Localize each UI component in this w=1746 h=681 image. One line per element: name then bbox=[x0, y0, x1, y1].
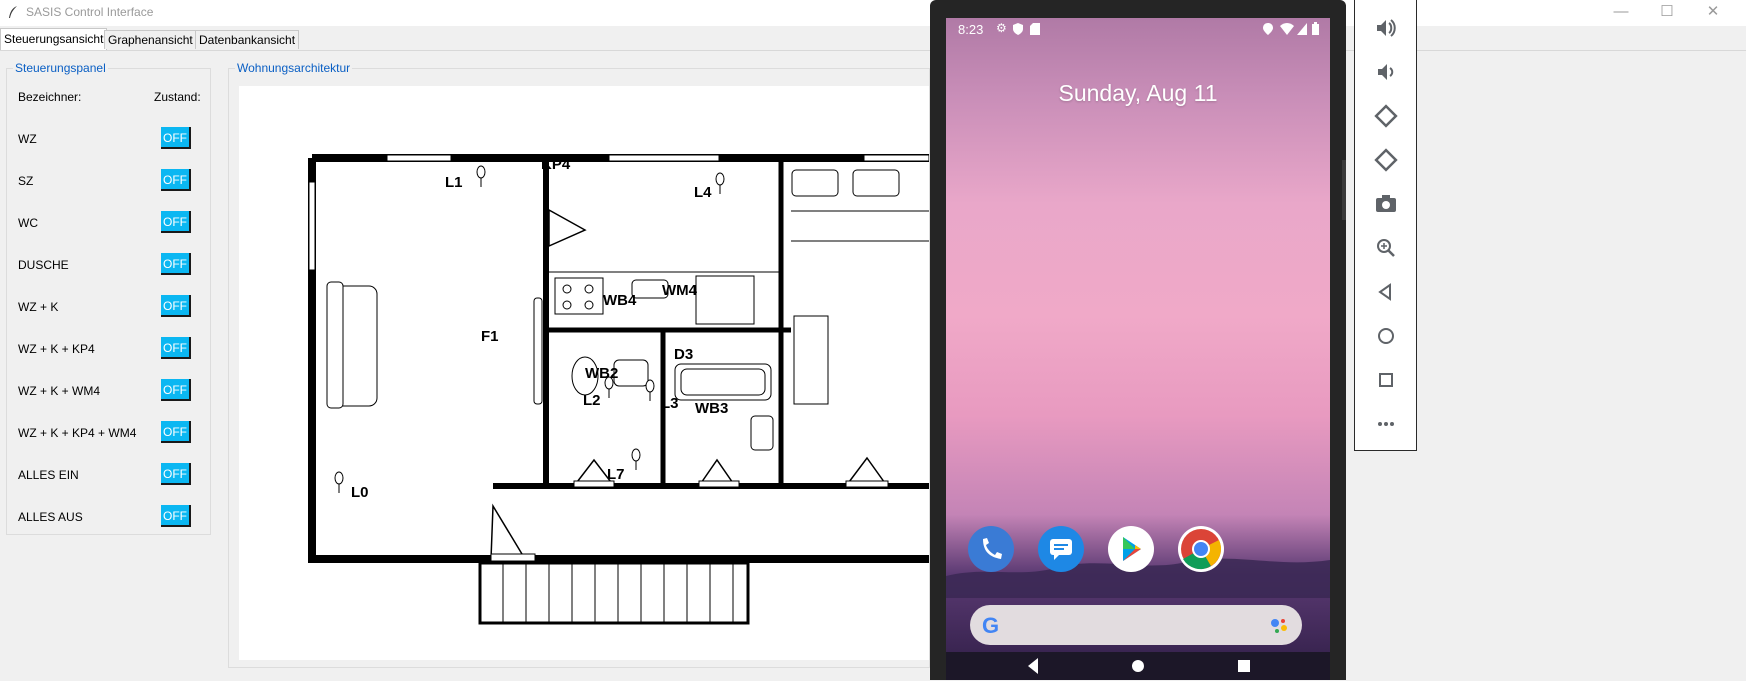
toggle-sz-button[interactable]: OFF bbox=[161, 169, 191, 191]
label-d3: D3 bbox=[674, 346, 693, 363]
more-icon[interactable] bbox=[1372, 410, 1400, 438]
label-kp4: KP4 bbox=[541, 156, 571, 173]
messages-icon[interactable] bbox=[1038, 526, 1084, 572]
header-state: Zustand: bbox=[154, 90, 201, 104]
zoom-icon[interactable] bbox=[1372, 234, 1400, 262]
lamp-l0-icon bbox=[334, 471, 344, 485]
control-panel-title: Steuerungspanel bbox=[13, 61, 108, 75]
lamp-l1-icon bbox=[476, 165, 486, 179]
rotate-left-icon[interactable] bbox=[1372, 102, 1400, 130]
nav-back-icon[interactable] bbox=[1026, 656, 1040, 676]
toggle-wz-k-kp4-wm4-button[interactable]: OFF bbox=[161, 421, 191, 443]
emulator-toolbar bbox=[1354, 0, 1417, 451]
shield-status-icon bbox=[1013, 23, 1023, 35]
phone-icon[interactable] bbox=[968, 526, 1014, 572]
android-nav-bar bbox=[946, 652, 1330, 680]
label-l0: L0 bbox=[351, 484, 369, 501]
maximize-button[interactable]: ☐ bbox=[1644, 0, 1690, 26]
row-label-wc: WC bbox=[18, 216, 38, 230]
signal-status-icon bbox=[1297, 23, 1307, 35]
battery-status-icon bbox=[1312, 22, 1319, 35]
google-logo: G bbox=[982, 613, 1000, 638]
lamp-l3-icon bbox=[645, 379, 655, 393]
volume-up-icon[interactable] bbox=[1372, 14, 1400, 42]
row-label-wz-k-kp4: WZ + K + KP4 bbox=[18, 342, 95, 356]
chrome-icon[interactable] bbox=[1178, 526, 1224, 572]
row-label-wz-k: WZ + K bbox=[18, 300, 59, 314]
toggle-wz-k-kp4-button[interactable]: OFF bbox=[161, 337, 191, 359]
window-title: SASIS Control Interface bbox=[26, 5, 154, 19]
toggle-alles-aus-button[interactable]: OFF bbox=[161, 505, 191, 527]
assistant-icon[interactable] bbox=[1270, 617, 1290, 635]
settings-status-icon: ⚙ bbox=[996, 21, 1007, 35]
wifi-status-icon bbox=[1280, 23, 1294, 35]
google-search-bar[interactable]: G bbox=[970, 605, 1302, 645]
back-icon[interactable] bbox=[1372, 278, 1400, 306]
floorplan-canvas: L1 KP4 L4 WB4 WM4 F1 WB2 D3 WB3 L2 L3 L7… bbox=[239, 86, 930, 660]
title-bar: SASIS Control Interface — ☐ ✕ bbox=[0, 0, 1746, 26]
home-icon[interactable] bbox=[1372, 322, 1400, 350]
header-name: Bezeichner: bbox=[18, 90, 82, 104]
toggle-wc-button[interactable]: OFF bbox=[161, 211, 191, 233]
tab-datenbankansicht[interactable]: Datenbankansicht bbox=[195, 30, 300, 49]
label-l2: L2 bbox=[583, 392, 601, 409]
label-wb3: WB3 bbox=[695, 400, 728, 417]
minimize-button[interactable]: — bbox=[1598, 0, 1644, 26]
volume-down-icon[interactable] bbox=[1372, 58, 1400, 86]
row-label-wz-k-kp4-wm4: WZ + K + KP4 + WM4 bbox=[18, 426, 137, 440]
row-label-wz-k-wm4: WZ + K + WM4 bbox=[18, 384, 101, 398]
sdcard-status-icon bbox=[1030, 23, 1040, 35]
toggle-alles-ein-button[interactable]: OFF bbox=[161, 463, 191, 485]
status-bar: 8:23 ⚙ bbox=[946, 18, 1330, 40]
architecture-title: Wohnungsarchitektur bbox=[235, 61, 353, 75]
lamp-l4-icon bbox=[715, 172, 725, 186]
label-l1: L1 bbox=[445, 174, 463, 191]
nav-overview-icon[interactable] bbox=[1236, 658, 1252, 674]
label-l4: L4 bbox=[694, 184, 712, 201]
app-window: SASIS Control Interface — ☐ ✕ Steuerungs… bbox=[0, 0, 1746, 681]
nav-home-icon[interactable] bbox=[1130, 658, 1146, 674]
android-emulator: 8:23 ⚙ Sunday, Aug 11 G bbox=[930, 0, 1346, 680]
status-time: 8:23 bbox=[958, 22, 984, 37]
floorplan: L1 KP4 L4 WB4 WM4 F1 WB2 D3 WB3 L2 L3 L7… bbox=[308, 154, 930, 625]
tab-content: Steuerungspanel Bezeichner: Zustand: WZ … bbox=[0, 50, 1746, 681]
location-status-icon bbox=[1263, 23, 1273, 35]
rotate-right-icon[interactable] bbox=[1372, 146, 1400, 174]
row-label-wz: WZ bbox=[18, 132, 37, 146]
tab-graphenansicht[interactable]: Graphenansicht bbox=[104, 30, 197, 49]
lockscreen-date: Sunday, Aug 11 bbox=[1058, 80, 1218, 106]
row-label-sz: SZ bbox=[18, 174, 34, 188]
overview-icon[interactable] bbox=[1372, 366, 1400, 394]
control-panel: Steuerungspanel Bezeichner: Zustand: WZ … bbox=[6, 61, 211, 535]
row-label-alles-ein: ALLES EIN bbox=[18, 468, 79, 482]
tab-steuerungsansicht[interactable]: Steuerungsansicht bbox=[0, 28, 108, 50]
feather-icon bbox=[9, 6, 17, 18]
emulator-screen[interactable]: 8:23 ⚙ Sunday, Aug 11 G bbox=[946, 18, 1330, 680]
label-wb2: WB2 bbox=[585, 365, 618, 382]
label-wm4: WM4 bbox=[662, 282, 698, 299]
toggle-wz-k-button[interactable]: OFF bbox=[161, 295, 191, 317]
play-store-icon[interactable] bbox=[1108, 526, 1154, 572]
row-label-dusche: DUSCHE bbox=[18, 258, 69, 272]
label-l7: L7 bbox=[607, 466, 625, 483]
toggle-wz-k-wm4-button[interactable]: OFF bbox=[161, 379, 191, 401]
power-button bbox=[1342, 160, 1346, 220]
lamp-l7-icon bbox=[631, 448, 641, 462]
toggle-wz-button[interactable]: OFF bbox=[161, 127, 191, 149]
close-button[interactable]: ✕ bbox=[1690, 0, 1736, 26]
camera-icon[interactable] bbox=[1372, 190, 1400, 218]
architecture-panel: Wohnungsarchitektur L1 KP4 L4 WB4 WM4 F1… bbox=[228, 61, 930, 668]
label-wb4: WB4 bbox=[603, 292, 637, 309]
row-label-alles-aus: ALLES AUS bbox=[18, 510, 83, 524]
label-f1: F1 bbox=[481, 328, 499, 345]
toggle-dusche-button[interactable]: OFF bbox=[161, 253, 191, 275]
label-l3: L3 bbox=[661, 395, 679, 412]
